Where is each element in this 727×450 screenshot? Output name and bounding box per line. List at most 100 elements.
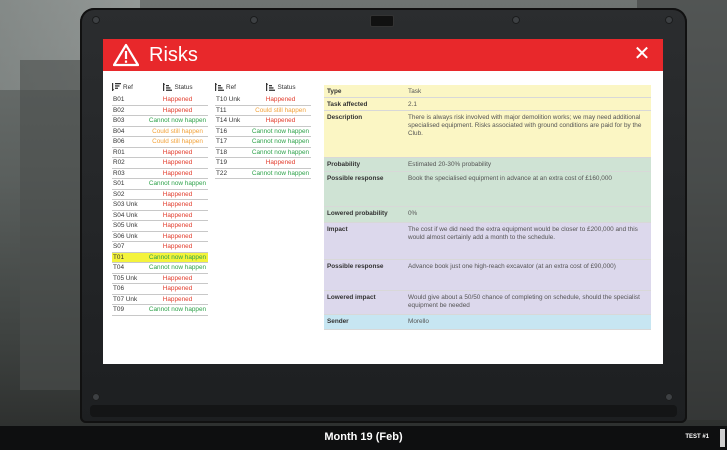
sort-ref-button[interactable]: Ref: [112, 83, 148, 91]
detail-label: Possible response: [327, 175, 384, 182]
risk-row[interactable]: T11 Could still happen: [215, 106, 311, 116]
risk-row[interactable]: S06 Unk Happened: [112, 232, 208, 242]
sort-status-button[interactable]: Status: [251, 83, 311, 91]
ref-header-label: Ref: [123, 83, 133, 91]
risk-row[interactable]: B04 Could still happen: [112, 127, 208, 137]
detail-row-task-affected: Task affected 2.1: [324, 98, 651, 111]
risk-ref: T11: [216, 106, 227, 114]
detail-label: Sender: [327, 318, 349, 325]
risk-row[interactable]: S04 Unk Happened: [112, 211, 208, 221]
risk-row[interactable]: T06 Happened: [112, 284, 208, 295]
sort-ref-button[interactable]: Ref: [215, 83, 251, 91]
risk-row[interactable]: T17 Cannot now happen: [215, 137, 311, 148]
risk-row[interactable]: R02 Happened: [112, 158, 208, 169]
risk-status: Happened: [162, 295, 193, 303]
laptop-hinge: [90, 405, 677, 417]
risk-row[interactable]: R03 Happened: [112, 169, 208, 179]
risk-status: Happened: [265, 159, 296, 167]
risk-status: Happened: [162, 201, 193, 209]
risk-ref: T01: [113, 253, 125, 261]
risk-ref: T04: [113, 264, 125, 272]
risk-row[interactable]: S02 Happened: [112, 190, 208, 200]
risk-row[interactable]: B06 Could still happen: [112, 137, 208, 148]
detail-label: Description: [327, 114, 363, 121]
risk-ref: T22: [216, 169, 228, 177]
detail-value: Task: [408, 88, 422, 95]
risk-ref: S04 Unk: [113, 211, 138, 219]
risk-status: Happened: [162, 106, 193, 114]
screw-icon: [92, 16, 100, 24]
screw-icon: [512, 16, 520, 24]
screw-icon: [665, 16, 673, 24]
detail-row-probability: Probability Estimated 20-30% probability: [324, 158, 651, 172]
risk-ref: B06: [113, 138, 125, 146]
test-id-label: TEST #1: [685, 434, 709, 440]
detail-label: Task affected: [327, 101, 368, 108]
risk-row[interactable]: T04 Cannot now happen: [112, 263, 208, 274]
risk-row[interactable]: T05 Unk Happened: [112, 274, 208, 284]
risk-row[interactable]: T19 Happened: [215, 158, 311, 169]
risk-row[interactable]: T18 Cannot now happen: [215, 148, 311, 158]
list-header: Ref Status: [215, 79, 311, 95]
risk-ref: R03: [113, 169, 125, 177]
risk-detail-table: Type Task Task affected 2.1 Description …: [324, 85, 651, 330]
risk-ref: S06 Unk: [113, 232, 138, 240]
detail-label: Type: [327, 88, 342, 95]
sort-status-button[interactable]: Status: [148, 83, 208, 91]
risks-window: Risks ✕ Ref Status B01 Happened B02 Happ…: [103, 39, 663, 364]
risk-row[interactable]: B02 Happened: [112, 106, 208, 116]
risk-ref: T14 Unk: [216, 117, 241, 125]
risk-row[interactable]: T07 Unk Happened: [112, 295, 208, 305]
risk-status: Happened: [162, 285, 193, 293]
sort-desc-icon: [112, 83, 121, 91]
risk-row[interactable]: B03 Cannot now happen: [112, 116, 208, 127]
risk-status: Happened: [162, 232, 193, 240]
risk-row[interactable]: T14 Unk Happened: [215, 116, 311, 127]
risk-status: Happened: [162, 190, 193, 198]
title-bar: Risks ✕: [103, 39, 663, 71]
risk-row[interactable]: S05 Unk Happened: [112, 221, 208, 232]
detail-row-possible-response: Possible response Book the specialised e…: [324, 172, 651, 207]
risk-row[interactable]: B01 Happened: [112, 95, 208, 106]
risk-row[interactable]: S07 Happened: [112, 242, 208, 253]
risk-list-left: Ref Status B01 Happened B02 Happened B03 Cann…: [112, 79, 208, 316]
risk-ref: B02: [113, 106, 125, 114]
risk-status: Happened: [162, 159, 193, 167]
risk-status: Cannot now happen: [148, 306, 207, 314]
detail-value: There is always risk involved with major…: [408, 114, 642, 137]
risk-row[interactable]: S03 Unk Happened: [112, 200, 208, 211]
screw-icon: [92, 393, 100, 401]
detail-label: Probability: [327, 161, 361, 168]
taskbar: Month 19 (Feb) TEST #1: [0, 426, 727, 450]
risk-status: Happened: [162, 148, 193, 156]
detail-row-lowered-impact: Lowered impact Would give about a 50/50 …: [324, 291, 651, 315]
risk-status: Happened: [162, 169, 193, 177]
detail-label: Impact: [327, 226, 348, 233]
risk-row[interactable]: T01 Cannot now happen: [112, 252, 208, 263]
warning-icon: [113, 43, 139, 67]
sort-asc-icon: [215, 83, 224, 91]
screw-icon: [665, 393, 673, 401]
risk-row[interactable]: T22 Cannot now happen: [215, 169, 311, 179]
sort-asc-icon: [266, 83, 276, 91]
close-icon[interactable]: ✕: [631, 43, 653, 65]
risk-row[interactable]: T10 Unk Happened: [215, 95, 311, 106]
risk-row[interactable]: T09 Cannot now happen: [112, 305, 208, 316]
risk-status: Happened: [162, 274, 193, 282]
risk-status: Could still happen: [152, 127, 203, 135]
detail-value: 0%: [408, 210, 418, 217]
risk-ref: T10 Unk: [216, 96, 241, 104]
risk-row[interactable]: R01 Happened: [112, 148, 208, 158]
risk-status: Cannot now happen: [148, 117, 207, 125]
risk-status: Happened: [162, 243, 193, 251]
detail-row-lowered-probability: Lowered probability 0%: [324, 207, 651, 223]
risk-ref: B03: [113, 117, 125, 125]
risk-status: Cannot now happen: [251, 148, 310, 156]
screw-icon: [250, 16, 258, 24]
list-header: Ref Status: [112, 79, 208, 95]
risk-ref: S01: [113, 180, 125, 188]
risk-status: Happened: [265, 117, 296, 125]
taskbar-edge: [720, 429, 725, 447]
risk-row[interactable]: T16 Cannot now happen: [215, 127, 311, 137]
risk-row[interactable]: S01 Cannot now happen: [112, 179, 208, 190]
